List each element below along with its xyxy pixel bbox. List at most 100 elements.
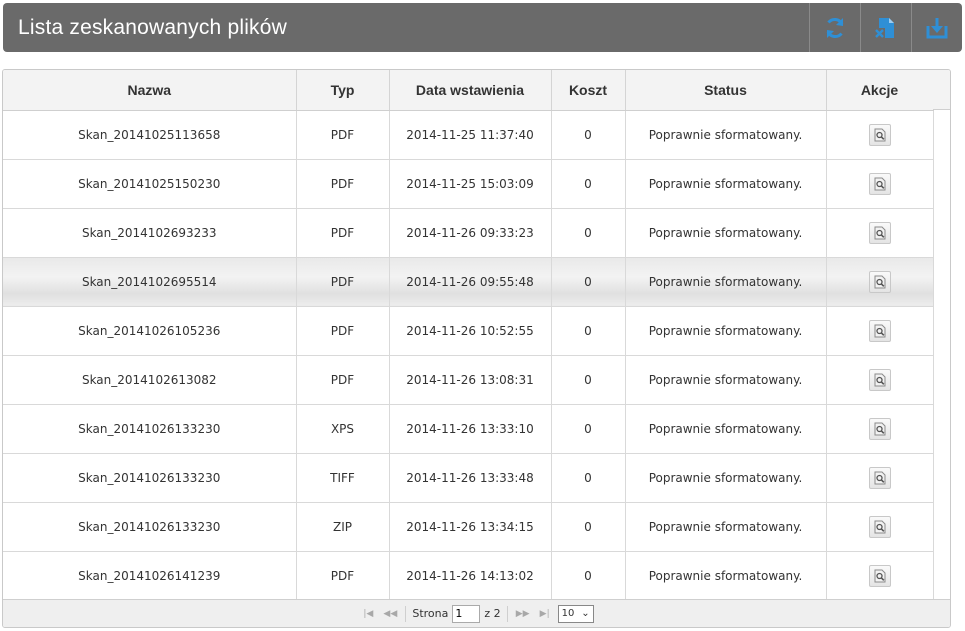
cell-type: ZIP — [296, 502, 390, 552]
cell-status: Poprawnie sformatowany. — [625, 404, 827, 454]
cell-status: Poprawnie sformatowany. — [625, 453, 827, 503]
last-page-icon[interactable]: ▶| — [536, 609, 554, 619]
page-size-select[interactable]: 10 ⌄ — [557, 604, 594, 623]
cell-type: PDF — [296, 208, 390, 258]
cell-name: Skan_20141026133230 — [3, 404, 297, 454]
prev-page-icon[interactable]: ◀◀ — [381, 609, 399, 619]
files-table: Nazwa Typ Data wstawienia Koszt Status A… — [3, 70, 934, 601]
preview-button[interactable] — [868, 172, 891, 195]
preview-button[interactable] — [868, 368, 891, 391]
download-button[interactable] — [911, 3, 962, 52]
delete-file-button[interactable] — [860, 3, 911, 52]
cell-actions — [826, 355, 934, 405]
column-header-cost[interactable]: Koszt — [551, 70, 626, 111]
cell-type: PDF — [296, 159, 390, 209]
magnifier-document-icon — [874, 177, 885, 190]
page-count-label: z 2 — [484, 607, 501, 620]
pager-separator — [405, 605, 407, 622]
column-header-status[interactable]: Status — [625, 70, 827, 111]
column-header-name[interactable]: Nazwa — [3, 70, 297, 111]
pager-separator — [506, 605, 508, 622]
cell-date: 2014-11-26 09:55:48 — [389, 257, 552, 307]
cell-date: 2014-11-26 09:33:23 — [389, 208, 552, 258]
cell-name: Skan_20141025150230 — [3, 159, 297, 209]
first-page-icon[interactable]: |◀ — [359, 609, 377, 619]
magnifier-document-icon — [874, 324, 885, 337]
magnifier-document-icon — [874, 471, 885, 484]
cell-type: PDF — [296, 306, 390, 356]
cell-type: TIFF — [296, 453, 390, 503]
download-icon — [926, 17, 948, 38]
table-row[interactable]: Skan_2014102693233 PDF 2014-11-26 09:33:23… — [3, 208, 934, 258]
cell-name: Skan_20141025113658 — [3, 110, 297, 160]
cell-status: Poprawnie sformatowany. — [625, 208, 827, 258]
table-header-row: Nazwa Typ Data wstawienia Koszt Status A… — [3, 70, 934, 111]
table-row[interactable]: Skan_20141025150230 PDF 2014-11-25 15:03:0… — [3, 159, 934, 209]
preview-button[interactable] — [868, 417, 891, 440]
cell-status: Poprawnie sformatowany. — [625, 159, 827, 209]
magnifier-document-icon — [874, 422, 885, 435]
cell-status: Poprawnie sformatowany. — [625, 110, 827, 160]
cell-status: Poprawnie sformatowany. — [625, 306, 827, 356]
cell-cost: 0 — [551, 404, 626, 454]
preview-button[interactable] — [868, 466, 891, 489]
cell-actions — [826, 208, 934, 258]
preview-button[interactable] — [868, 564, 891, 587]
next-page-icon[interactable]: ▶▶ — [514, 609, 532, 619]
cell-date: 2014-11-25 15:03:09 — [389, 159, 552, 209]
cell-actions — [826, 404, 934, 454]
preview-button[interactable] — [868, 515, 891, 538]
table-row[interactable]: Skan_20141026105236 PDF 2014-11-26 10:52:5… — [3, 306, 934, 356]
preview-button[interactable] — [868, 319, 891, 342]
cell-cost: 0 — [551, 551, 626, 601]
cell-name: Skan_2014102695514 — [3, 257, 297, 307]
table-row[interactable]: Skan_20141026141239 PDF 2014-11-26 14:13:0… — [3, 551, 934, 601]
cell-actions — [826, 306, 934, 356]
page-size-value: 10 — [561, 608, 575, 619]
page-number-input[interactable] — [452, 604, 481, 623]
cell-type: PDF — [296, 355, 390, 405]
table-row[interactable]: Skan_20141026133230 XPS 2014-11-26 13:33:1… — [3, 404, 934, 454]
magnifier-document-icon — [874, 569, 885, 582]
cell-type: PDF — [296, 257, 390, 307]
table-row[interactable]: Skan_2014102613082 PDF 2014-11-26 13:08:31… — [3, 355, 934, 405]
preview-button[interactable] — [868, 221, 891, 244]
cell-status: Poprawnie sformatowany. — [625, 355, 827, 405]
cell-date: 2014-11-26 14:13:02 — [389, 551, 552, 601]
table-row[interactable]: Skan_20141026133230 ZIP 2014-11-26 13:34:1… — [3, 502, 934, 552]
preview-button[interactable] — [868, 123, 891, 146]
preview-button[interactable] — [868, 270, 891, 293]
column-header-date[interactable]: Data wstawienia — [389, 70, 552, 111]
cell-name: Skan_20141026133230 — [3, 453, 297, 503]
cell-name: Skan_20141026141239 — [3, 551, 297, 601]
cell-status: Poprawnie sformatowany. — [625, 551, 827, 601]
refresh-button[interactable] — [809, 3, 860, 52]
table-row[interactable]: Skan_20141026133230 TIFF 2014-11-26 13:33:… — [3, 453, 934, 503]
table-row[interactable]: Skan_2014102695514 PDF 2014-11-26 09:55:48… — [3, 257, 934, 307]
cell-cost: 0 — [551, 110, 626, 160]
cell-date: 2014-11-26 13:33:10 — [389, 404, 552, 454]
magnifier-document-icon — [874, 275, 885, 288]
delete-file-icon — [874, 17, 894, 39]
cell-actions — [826, 110, 934, 160]
cell-cost: 0 — [551, 453, 626, 503]
refresh-icon — [826, 17, 844, 38]
cell-type: XPS — [296, 404, 390, 454]
files-grid: Nazwa Typ Data wstawienia Koszt Status A… — [2, 69, 951, 628]
cell-cost: 0 — [551, 502, 626, 552]
column-header-type[interactable]: Typ — [296, 70, 390, 111]
cell-type: PDF — [296, 551, 390, 601]
cell-status: Poprawnie sformatowany. — [625, 502, 827, 552]
chevron-down-icon: ⌄ — [581, 608, 590, 619]
page-label: Strona — [412, 607, 449, 620]
cell-status: Poprawnie sformatowany. — [625, 257, 827, 307]
pager: |◀ ◀◀ Strona z 2 ▶▶ ▶| 10 ⌄ — [3, 599, 950, 627]
cell-name: Skan_20141026105236 — [3, 306, 297, 356]
table-row[interactable]: Skan_20141025113658 PDF 2014-11-25 11:37:4… — [3, 110, 934, 160]
cell-date: 2014-11-26 13:34:15 — [389, 502, 552, 552]
cell-name: Skan_20141026133230 — [3, 502, 297, 552]
cell-date: 2014-11-25 11:37:40 — [389, 110, 552, 160]
cell-date: 2014-11-26 13:08:31 — [389, 355, 552, 405]
cell-cost: 0 — [551, 355, 626, 405]
magnifier-document-icon — [874, 128, 885, 141]
